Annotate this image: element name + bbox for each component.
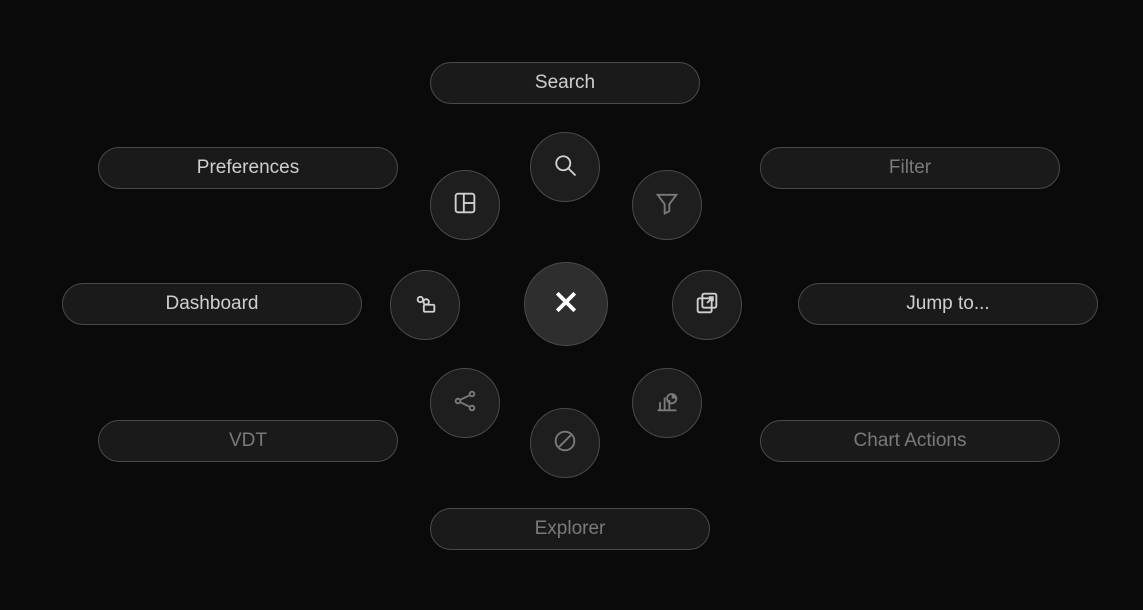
chart-icon (653, 387, 681, 420)
search-icon (551, 151, 579, 184)
filter-label[interactable]: Filter (760, 147, 1060, 189)
pill-text: Dashboard (166, 293, 259, 315)
compass-icon (551, 427, 579, 460)
radial-menu: Search Preferences Filter Dashboard Jump… (0, 0, 1143, 610)
chartactions-label[interactable]: Chart Actions (760, 420, 1060, 462)
close-button[interactable] (524, 262, 608, 346)
search-button[interactable] (530, 132, 600, 202)
pill-text: Explorer (535, 518, 606, 540)
explorer-button[interactable] (530, 408, 600, 478)
close-icon (551, 287, 581, 322)
preferences-label[interactable]: Preferences (98, 147, 398, 189)
jumpto-label[interactable]: Jump to... (798, 283, 1098, 325)
filter-button[interactable] (632, 170, 702, 240)
pill-text: Search (535, 72, 595, 94)
jumpto-button[interactable] (672, 270, 742, 340)
pill-text: VDT (229, 430, 267, 452)
open-external-icon (693, 289, 721, 322)
vdt-button[interactable] (430, 368, 500, 438)
pill-text: Chart Actions (854, 430, 967, 452)
explorer-label[interactable]: Explorer (430, 508, 710, 550)
dashboard-icon (411, 289, 439, 322)
share-icon (451, 387, 479, 420)
chartactions-button[interactable] (632, 368, 702, 438)
pill-text: Filter (889, 157, 931, 179)
vdt-label[interactable]: VDT (98, 420, 398, 462)
search-label[interactable]: Search (430, 62, 700, 104)
grid-icon (451, 189, 479, 222)
preferences-button[interactable] (430, 170, 500, 240)
pill-text: Preferences (197, 157, 299, 179)
pill-text: Jump to... (906, 293, 989, 315)
dashboard-label[interactable]: Dashboard (62, 283, 362, 325)
funnel-icon (653, 189, 681, 222)
dashboard-button[interactable] (390, 270, 460, 340)
